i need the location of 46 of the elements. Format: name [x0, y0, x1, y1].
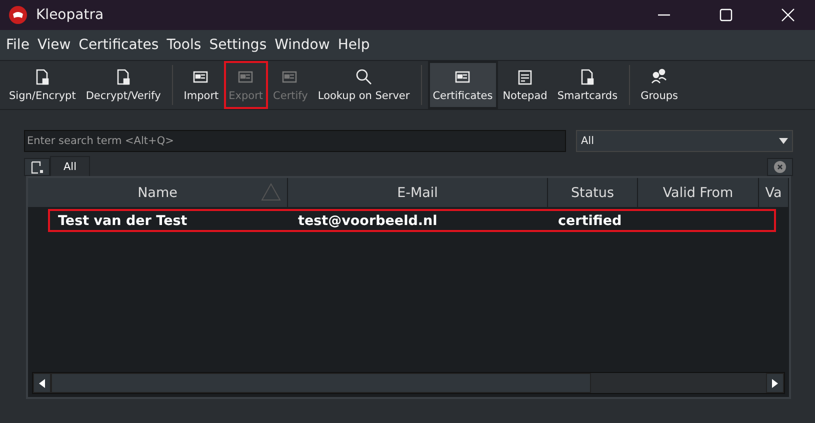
scroll-right-button[interactable] — [766, 373, 784, 393]
toolbar-button[interactable]: Decrypt/Verify — [80, 61, 166, 109]
table-row[interactable]: Test van der Test test@voorbeeld.nl certified — [48, 209, 776, 232]
column-header[interactable]: Valid From — [638, 178, 759, 207]
close-icon — [774, 161, 786, 173]
toolbar-button[interactable]: Sign/Encrypt — [4, 61, 81, 109]
table-cell-text: Test van der Test — [57, 212, 188, 228]
maximize-icon[interactable] — [719, 8, 733, 22]
close-tab-button[interactable] — [767, 158, 793, 176]
toolbar-button[interactable]: Smartcards — [552, 61, 623, 109]
toolbar-button[interactable]: Import — [178, 61, 224, 109]
column-header[interactable]: Name — [28, 178, 288, 207]
toolbar-button[interactable]: Groups — [636, 61, 684, 109]
menu-item[interactable]: Settings — [209, 37, 267, 53]
scrollbar-thumb[interactable] — [51, 373, 591, 393]
menu-item[interactable]: Tools — [166, 37, 202, 53]
column-header[interactable]: E-Mail — [288, 178, 548, 207]
app-logo-icon — [9, 6, 27, 24]
toolbar-button[interactable]: Lookup on Server — [312, 61, 415, 109]
menu-item[interactable]: Window — [274, 37, 330, 53]
menu-item[interactable]: Help — [338, 37, 370, 53]
right-arrow-icon — [772, 378, 778, 388]
horizontal-scrollbar[interactable] — [32, 372, 785, 394]
notepad-icon — [516, 68, 534, 86]
menu-item[interactable]: View — [37, 37, 71, 53]
people-icon — [650, 68, 668, 86]
filter-dropdown[interactable]: All — [576, 130, 793, 152]
toolbar-button[interactable]: Certificates — [428, 61, 498, 109]
search-icon — [354, 68, 373, 86]
tab[interactable]: All — [50, 156, 90, 176]
sort-ascending-icon — [261, 183, 281, 201]
new-tab-button[interactable] — [24, 158, 50, 176]
column-header[interactable]: Va — [759, 178, 789, 207]
left-arrow-icon — [39, 378, 45, 388]
table-cell-text: certified — [557, 212, 623, 228]
scroll-left-button[interactable] — [33, 373, 51, 393]
table-cell-text: test@voorbeeld.nl — [297, 212, 438, 228]
search-field[interactable]: Enter search term <Alt+Q> — [24, 130, 566, 152]
window-title: Kleopatra — [36, 7, 104, 23]
close-icon[interactable] — [781, 8, 795, 22]
column-header[interactable]: Status — [548, 178, 638, 207]
toolbar-button[interactable]: Notepad — [498, 61, 552, 109]
document-icon — [30, 160, 44, 174]
menu-item[interactable]: File — [6, 37, 30, 53]
dropdown-arrow-icon — [779, 138, 788, 144]
menu-item[interactable]: Certificates — [78, 37, 159, 53]
